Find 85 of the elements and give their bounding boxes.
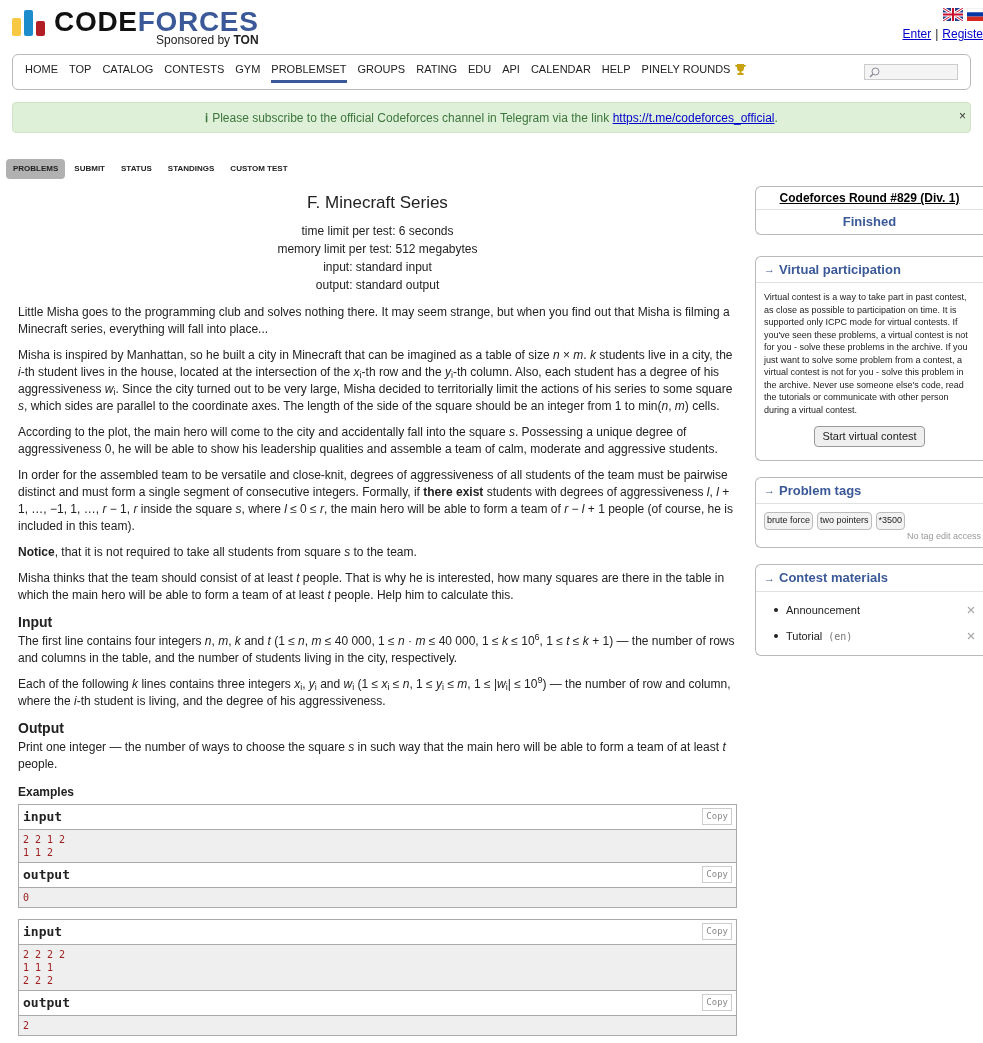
statement-paragraph: In order for the assembled team to be versatile and close-knit, degrees of aggressiveness of all students of the team must be pairwise distinct and must form a single segment of consecutive integers. Formally, if there exist students with degrees of aggressiveness l, l + 1, …, −1, 1, …, r − 1, r inside the square s, where l ≤ 0 ≤ r, the main hero will be able to form a team of r − l + 1 people (of course, he is included in this team).	[18, 466, 734, 535]
contest-status: Finished	[841, 213, 898, 231]
nav-link[interactable]: GYM	[235, 61, 261, 83]
close-icon[interactable]	[967, 632, 975, 641]
nav-link[interactable]: RATING	[416, 61, 457, 83]
virtual-description: Virtual contest is a way to take part in past contest, as close as possible to participation on time. It is supported only ICPC mode for virtual contests. If you've seen these problems, a virtual contest is not for you - solve these problems in the archive. If you just want to solve some problem from a contest, a virtual contest is not for you - solve this problem in the archive. Never use someone else's code, read the tutorials or communicate with other person during a virtual contest.	[764, 291, 969, 416]
contest-link[interactable]: Codeforces Round #829 (Div. 1)	[779, 191, 960, 205]
tag-chip[interactable]: *3500	[875, 512, 906, 530]
arrow-icon: →	[764, 569, 775, 586]
tag-note: No tag edit access	[905, 529, 981, 543]
statement-paragraph: Misha is inspired by Manhattan, so he built a city in Minecraft that can be imagined as a table of size n × m. k students live in a city, the i-th student lives in the house, located at the intersection of the x$_{i}$-th row and the y$_{i}$-th column. Also, each student has a degree of his aggressiveness w$_{i}$. Since the city turned out to be very large, Misha decided to territorially limit the actions of his series to some square s, which sides are parallel to the coordinate axes. The length of the side of the square should be an integer from 1 to min(n, m) cells.	[18, 346, 734, 415]
limit-text: output: standard output	[315, 276, 440, 294]
example-line: 1 1 1	[23, 960, 55, 974]
example-line: 2 2 2	[23, 973, 55, 987]
nav-link[interactable]: CALENDAR	[530, 61, 591, 83]
alert-text: Please subscribe to the official Codeforces channel in Telegram via the link	[212, 109, 611, 127]
statement-paragraph: Notice, that it is not required to take all students from square s to the team.	[18, 543, 418, 561]
close-button[interactable]: ×	[959, 107, 966, 125]
nav-link[interactable]: PROBLEMSET	[271, 61, 347, 83]
nav-link[interactable]: CATALOG	[102, 61, 154, 83]
box-title-text: Contest materials	[779, 569, 889, 587]
limit-text: time limit per test: 6 seconds	[301, 222, 454, 240]
separator-text: |	[935, 26, 939, 43]
register-link[interactable]: Registe	[942, 25, 983, 43]
nav-link[interactable]: TOP	[69, 61, 92, 83]
copy-button[interactable]: Copy	[702, 807, 732, 826]
sub-tab[interactable]: STATUS	[114, 159, 159, 179]
statement-paragraph: According to the plot, the main hero will come to the city and accidentally fall into the square s. Possessing a unique degree of aggressiveness 0, he will be able to show his leadership qualities and assemble a team of calm, moderate and aggressive students.	[18, 423, 719, 458]
enter-link[interactable]: Enter	[902, 25, 932, 43]
problem-title: F. Minecraft Series	[306, 192, 449, 214]
example-line: 2 2 1 2	[23, 832, 67, 846]
sponsor-text: Sponsored by TON	[156, 34, 259, 46]
section-title: Output	[18, 718, 65, 738]
uk-flag-icon[interactable]	[943, 8, 963, 21]
example-label: input	[23, 807, 63, 826]
search-field[interactable]	[864, 64, 958, 80]
tag-chip[interactable]: two pointers	[817, 512, 872, 530]
example-label: output	[23, 865, 70, 884]
bar-chart-logo-icon	[12, 8, 46, 36]
arrow-icon: →	[764, 482, 775, 499]
arrow-icon: →	[764, 261, 775, 278]
sub-tab[interactable]: PROBLEMS	[6, 159, 66, 179]
example-line: 0	[23, 890, 31, 904]
example-line: 2	[23, 1018, 31, 1032]
nav-link[interactable]: HELP	[601, 61, 631, 83]
nav-link[interactable]: HOME	[25, 61, 58, 83]
limit-text: input: standard input	[323, 258, 432, 276]
example-label: output	[23, 993, 70, 1012]
bullet-icon	[774, 607, 778, 612]
box-title-text: Problem tags	[779, 481, 862, 500]
sub-tab[interactable]: STANDINGS	[160, 159, 222, 179]
alert-text: .	[774, 109, 778, 127]
trophy-icon	[734, 63, 748, 76]
tag-chip[interactable]: brute force	[764, 512, 814, 530]
example-label: input	[23, 922, 63, 941]
bullet-icon	[774, 634, 778, 639]
russia-flag-icon[interactable]	[967, 8, 983, 21]
example-line: 2 2 2 2	[23, 947, 67, 961]
box-title-text: Virtual participation	[779, 260, 901, 279]
limit-text: memory limit per test: 512 megabytes	[277, 240, 478, 258]
sub-tab[interactable]: CUSTOM TEST	[223, 159, 295, 179]
nav-link[interactable]: PINELY ROUNDS	[641, 61, 748, 83]
section-paragraph: The first line contains four integers n, m, k and t (1 ≤ n, m ≤ 40 000, 1 ≤ n · m ≤ 40 000, 1 ≤ k ≤ 10$^{6}$, 1 ≤ t ≤ k + 1) — the number of rows and columns in the table, and the number of students living in the city, respectively.	[18, 632, 736, 667]
material-link[interactable]: Tutorial (en)	[786, 628, 853, 645]
examples-title: Examples	[18, 783, 76, 801]
nav-link[interactable]: CONTESTS	[164, 61, 225, 83]
info-icon: ℹ	[205, 108, 209, 127]
section-title: Input	[18, 612, 54, 632]
material-link[interactable]: Announcement	[786, 601, 860, 618]
nav-link[interactable]: API	[502, 61, 520, 83]
logo-text[interactable]: CODEFORCES	[54, 8, 259, 36]
statement-paragraph: Little Misha goes to the programming club and solves nothing there. It may seem strange, but when you find out that Misha is filming a Minecraft series, everything will fall into place...	[18, 303, 731, 338]
section-paragraph: Each of the following k lines contains three integers x$_{i}$, y$_{i}$ and w$_{i}$ (1 ≤ x$_{i}$ ≤ n, 1 ≤ y$_{i}$ ≤ m, 1 ≤ |w$_{i}$| ≤ 10$^{9}$) — the number of row and column, where the i-th student is living, and the degree of his aggressiveness.	[18, 675, 732, 710]
copy-button[interactable]: Copy	[702, 922, 732, 941]
copy-button[interactable]: Copy	[702, 865, 732, 884]
search-icon	[869, 66, 880, 78]
close-icon[interactable]	[967, 605, 975, 614]
nav-link[interactable]: EDU	[467, 61, 492, 83]
sub-tab[interactable]: SUBMIT	[67, 159, 112, 179]
copy-button[interactable]: Copy	[702, 993, 732, 1012]
statement-paragraph: Misha thinks that the team should consist of at least t people. That is why he is interested, how many squares are there in the table in which the main hero will be able to form a team of at least t people. Help him to calculate this.	[18, 569, 726, 604]
start-virtual-button[interactable]: Start virtual contest	[814, 426, 925, 447]
nav-link[interactable]: GROUPS	[357, 61, 406, 83]
example-line: 1 1 2	[23, 845, 55, 859]
section-paragraph: Print one integer — the number of ways to choose the square s in such way that the main hero will be able to form a team of at least t people.	[18, 738, 727, 773]
